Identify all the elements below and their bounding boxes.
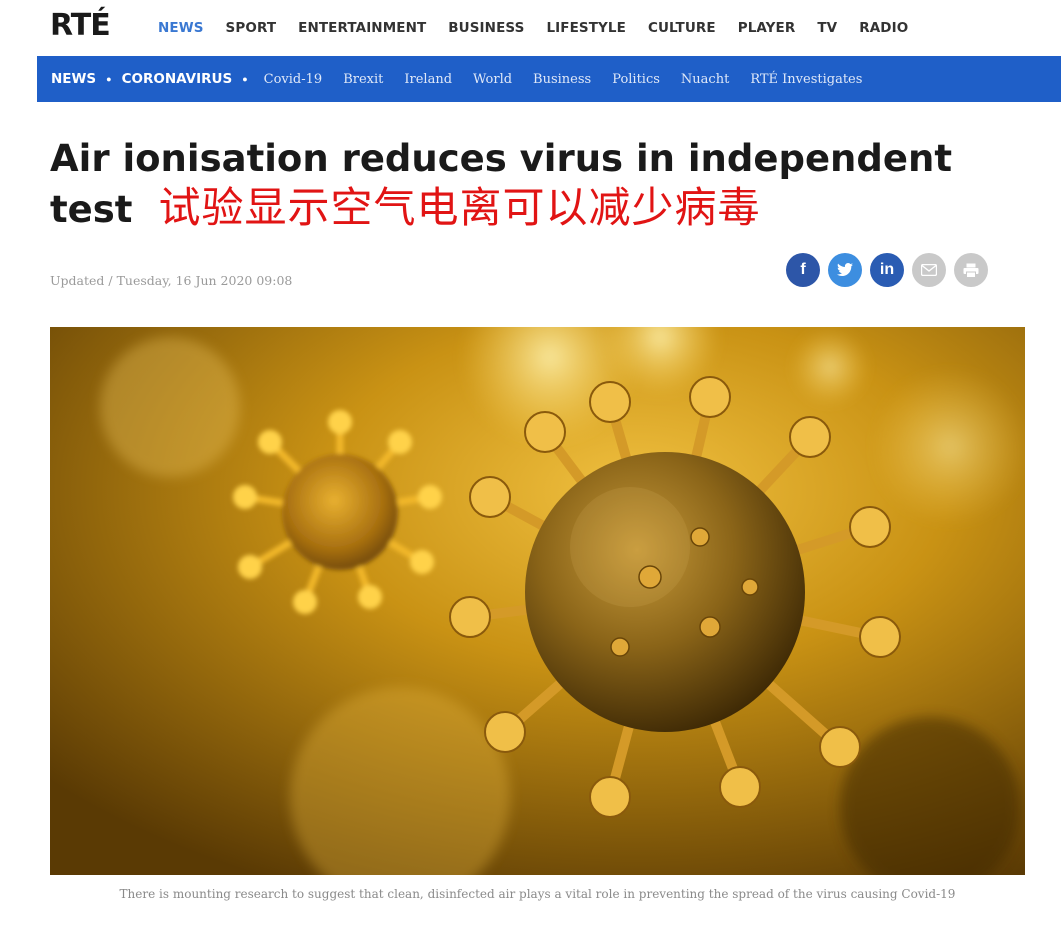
top-menu: NEWS SPORT ENTERTAINMENT BUSINESS LIFEST… (158, 20, 930, 36)
section-link-world[interactable]: World (473, 72, 512, 87)
breadcrumb-separator-icon: ● (242, 74, 248, 84)
breadcrumb-news[interactable]: NEWS (51, 71, 96, 87)
breadcrumb-separator-icon: ● (106, 74, 112, 84)
section-link-politics[interactable]: Politics (612, 72, 660, 87)
section-link-nuacht[interactable]: Nuacht (681, 72, 729, 87)
top-menu-sport[interactable]: SPORT (226, 20, 277, 36)
article-updated-timestamp: Updated / Tuesday, 16 Jun 2020 09:08 (50, 273, 293, 288)
section-navigation: NEWS ● CORONAVIRUS ● Covid-19 Brexit Ire… (37, 56, 1061, 102)
facebook-icon[interactable]: f (786, 253, 820, 287)
section-link-ireland[interactable]: Ireland (404, 72, 452, 87)
top-menu-radio[interactable]: RADIO (859, 20, 908, 36)
linkedin-icon[interactable]: in (870, 253, 904, 287)
section-links: Covid-19 Brexit Ireland World Business P… (264, 72, 884, 87)
share-bar: f in (786, 253, 988, 287)
article-headline: Air ionisation reduces virus in independ… (50, 134, 1030, 234)
image-caption: There is mounting research to suggest th… (119, 887, 956, 901)
top-menu-tv[interactable]: TV (817, 20, 837, 36)
print-icon[interactable] (954, 253, 988, 287)
section-link-rte-investigates[interactable]: RTÉ Investigates (750, 72, 862, 87)
breadcrumb-coronavirus[interactable]: CORONAVIRUS (122, 71, 233, 87)
email-icon[interactable] (912, 253, 946, 287)
top-menu-entertainment[interactable]: ENTERTAINMENT (298, 20, 426, 36)
top-menu-lifestyle[interactable]: LIFESTYLE (546, 20, 626, 36)
article-hero-image (50, 327, 1025, 875)
coronavirus-illustration (50, 327, 1025, 875)
section-link-business[interactable]: Business (533, 72, 591, 87)
headline-line-2: test (50, 188, 133, 231)
headline-line-1: Air ionisation reduces virus in independ… (50, 137, 953, 180)
top-menu-business[interactable]: BUSINESS (448, 20, 524, 36)
top-navigation: RTÉ NEWS SPORT ENTERTAINMENT BUSINESS LI… (0, 0, 1061, 56)
top-menu-news[interactable]: NEWS (158, 20, 204, 36)
rte-logo[interactable]: RTÉ (50, 8, 111, 43)
top-menu-player[interactable]: PLAYER (738, 20, 796, 36)
section-link-covid19[interactable]: Covid-19 (264, 72, 323, 87)
twitter-icon[interactable] (828, 253, 862, 287)
top-menu-culture[interactable]: CULTURE (648, 20, 716, 36)
headline-chinese-overlay: 试验显示空气电离可以减少病毒 (158, 183, 761, 232)
section-link-brexit[interactable]: Brexit (343, 72, 383, 87)
